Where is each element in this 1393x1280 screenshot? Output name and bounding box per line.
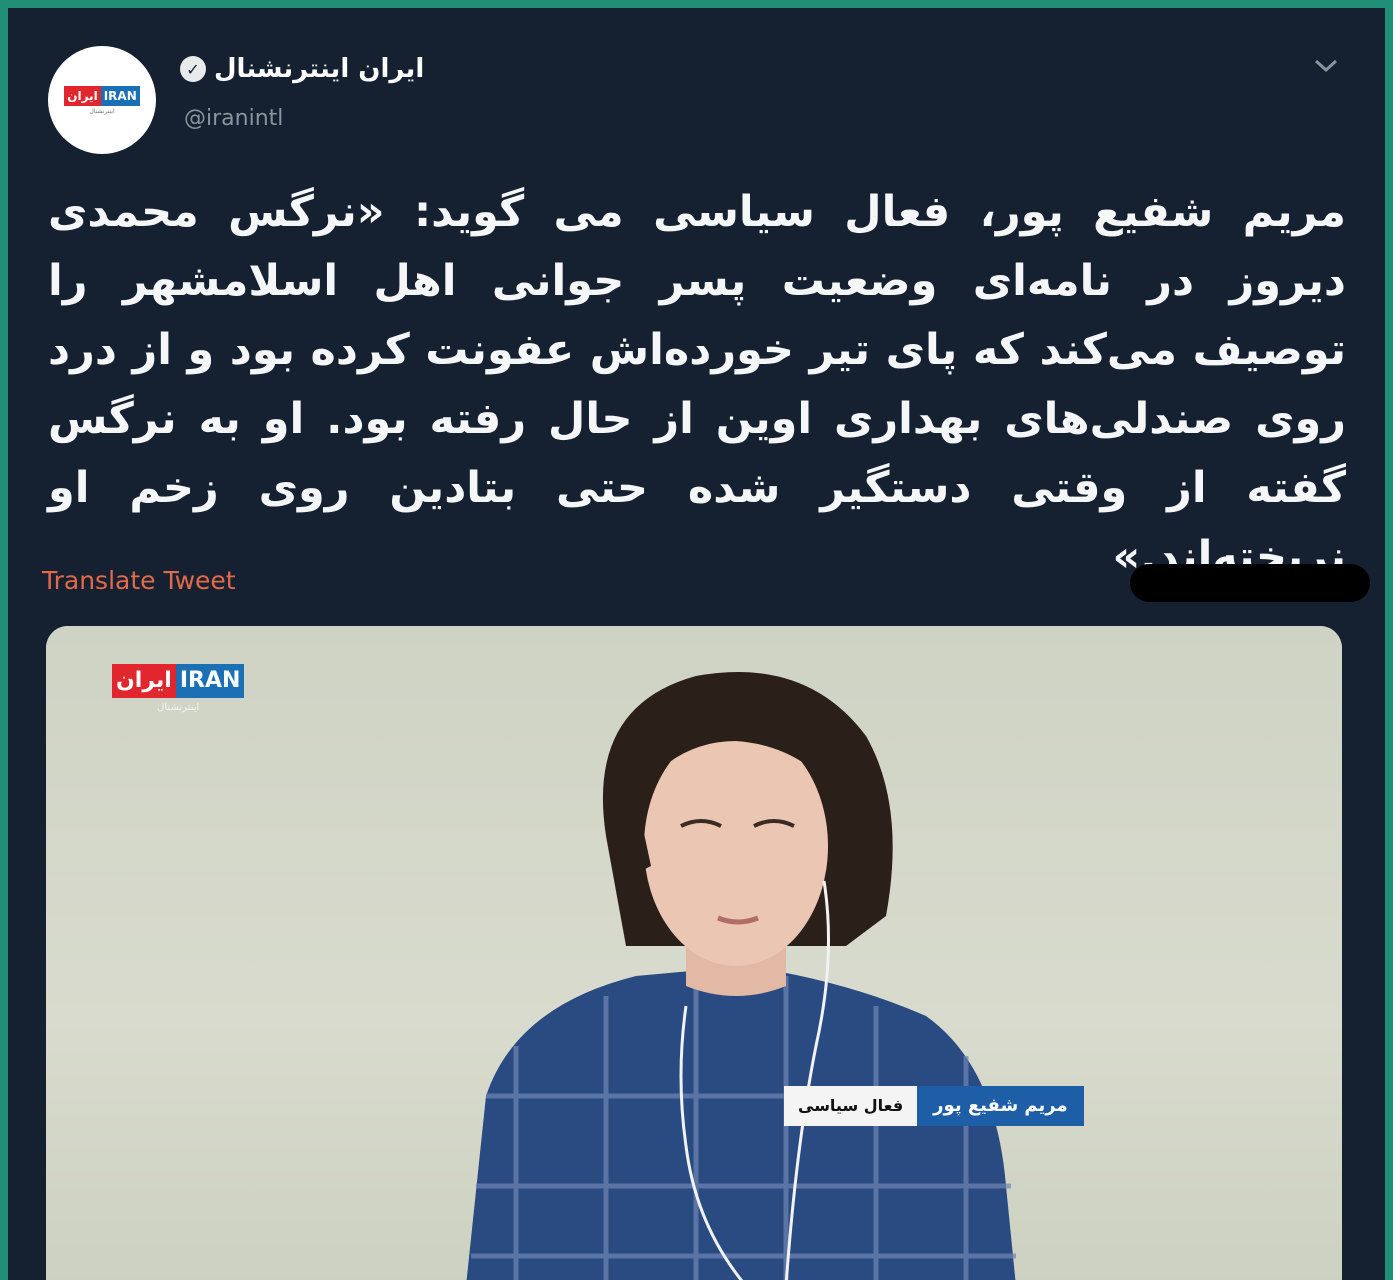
lower-third-caption: مریم شفیع پور فعال سیاسی [784,1086,1084,1126]
translate-tweet-link[interactable]: Translate Tweet [42,566,236,595]
verified-badge-icon: ✓ [180,56,206,82]
logo-fa-text: ایران [64,85,101,106]
channel-logo-en: IRAN [175,664,245,698]
logo-subtitle: اینترنشنال [89,107,115,115]
lower-third-title: فعال سیاسی [784,1086,918,1126]
iran-international-logo: ایران IRAN اینترنشنال [64,85,140,115]
channel-logo-fa: ایران [112,664,176,698]
chevron-down-icon[interactable] [1308,48,1344,84]
logo-en-text: IRAN [100,85,140,106]
channel-logo: ایران IRAN اینترنشنال [112,664,245,713]
video-person [466,672,1016,1280]
channel-logo-subtitle: اینترنشنال [157,702,200,713]
lower-third-name: مریم شفیع پور [917,1086,1084,1126]
video-player[interactable]: ایران IRAN اینترنشنال مریم شفیع پور فعال… [46,626,1342,1280]
account-handle[interactable]: @iranintl [184,106,283,131]
account-avatar[interactable]: ایران IRAN اینترنشنال [48,46,156,154]
tweet-text: مریم شفیع پور، فعال سیاسی می گوید: «نرگس… [48,187,1346,582]
account-name[interactable]: ایران اینترنشنال [214,54,424,84]
screenshot-frame: ایران IRAN اینترنشنال ایران اینترنشنال ✓… [8,8,1385,1280]
redaction-mark [1130,564,1370,602]
account-name-row[interactable]: ایران اینترنشنال ✓ [180,54,424,84]
